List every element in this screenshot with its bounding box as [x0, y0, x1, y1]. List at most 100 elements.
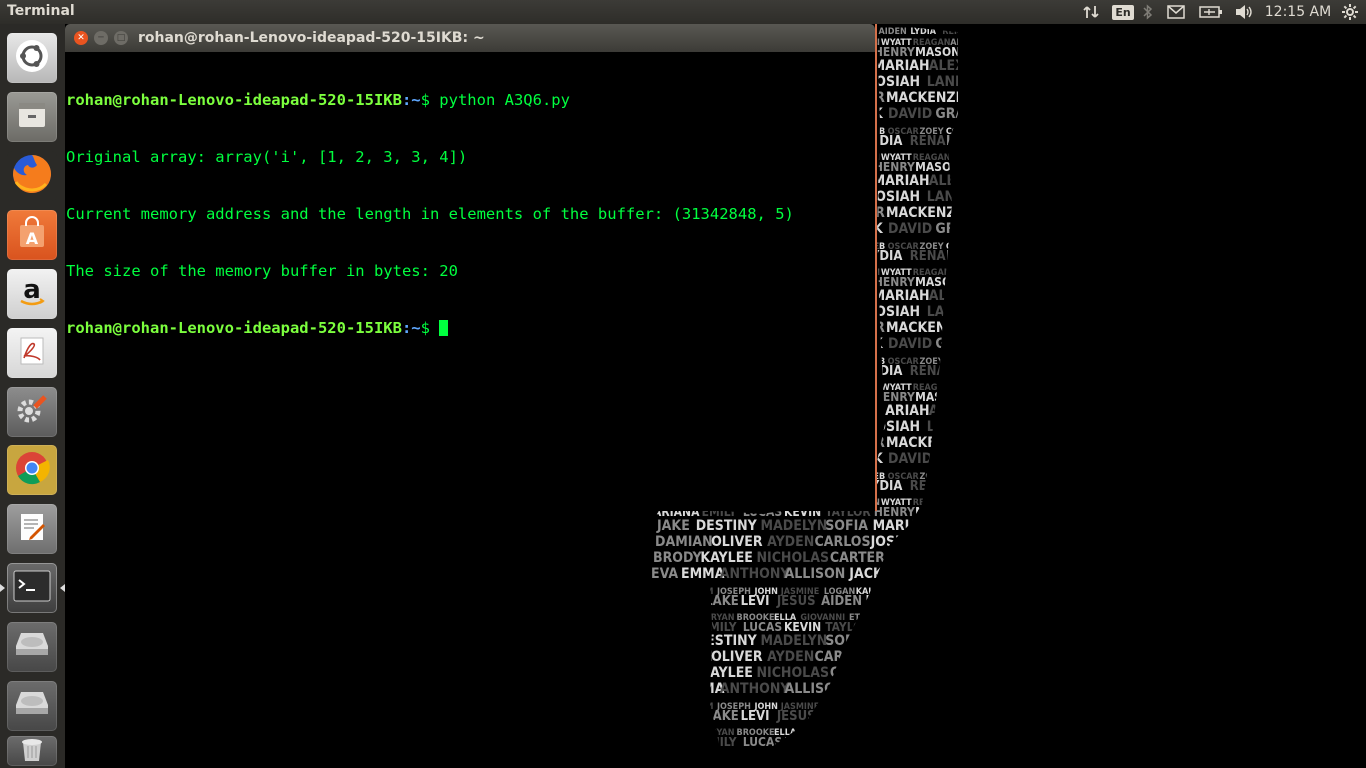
prompt-symbol: $	[420, 91, 440, 109]
document-viewer-button[interactable]	[7, 328, 57, 378]
gear-icon[interactable]	[1340, 0, 1360, 24]
firefox-icon	[10, 152, 54, 200]
wallpaper-word: REAGAN	[913, 613, 951, 623]
clock-label: 12:15 AM	[1264, 4, 1332, 20]
wallpaper-word: LEVI	[741, 594, 770, 609]
volume-icon[interactable]	[1232, 0, 1256, 24]
terminal-window[interactable]: ✕ ─ □ rohan@rohan-Lenovo-ideapad-520-15I…	[65, 24, 877, 511]
wallpaper-word: SAVANNAH	[656, 728, 706, 738]
wallpaper-word: MASON	[915, 505, 960, 519]
wallpaper-word: JOSIAH	[870, 534, 920, 550]
prompt-path: :~	[401, 91, 421, 109]
wallpaper-word: MASON	[915, 45, 960, 59]
wallpaper-word: MADELYN	[760, 633, 827, 649]
wallpaper-word: SAVANNAH	[656, 613, 706, 623]
software-center-button[interactable]: A	[7, 210, 57, 260]
wallpaper-word: KAYLEE	[700, 665, 753, 681]
wallpaper-word: RENA	[910, 479, 946, 494]
wallpaper-word: CARLOS	[815, 534, 871, 550]
wallpaper-word: OSCAR	[888, 702, 920, 712]
wallpaper-word: JAKE	[656, 633, 690, 649]
ubuntu-dash-icon	[14, 38, 50, 78]
active-app-title[interactable]: Terminal	[7, 3, 75, 19]
wallpaper-word: KHLOE	[956, 735, 970, 749]
wallpaper-word: KEVIN	[784, 735, 821, 749]
wallpaper-word: BLAKE	[696, 709, 738, 724]
terminal-line-output: Original array: array('i', [1, 2, 3, 3, …	[66, 148, 468, 166]
wallpaper-word: MASON	[915, 275, 960, 289]
wallpaper-word: DAVID	[888, 336, 932, 352]
wallpaper-word: JACK	[848, 566, 884, 582]
wallpaper-word: DAMIAN	[655, 534, 713, 550]
wallpaper-word: MARIAH	[873, 288, 930, 304]
maximize-button[interactable]: □	[114, 31, 128, 45]
clock[interactable]: 12:15 AM	[1264, 0, 1332, 24]
bluetooth-icon[interactable]	[1140, 0, 1156, 24]
window-titlebar[interactable]: ✕ ─ □ rohan@rohan-Lenovo-ideapad-520-15I…	[65, 24, 875, 52]
wallpaper-word: MASON	[915, 390, 960, 404]
wallpaper-word: SOFIA	[825, 633, 868, 649]
wallpaper-word: LEXIE	[946, 249, 970, 264]
wallpaper-word: MADELYN	[760, 518, 827, 534]
wallpaper-word: JAYDEN	[967, 550, 970, 566]
wallpaper-word: KHLOE	[956, 505, 970, 519]
terminal-button[interactable]	[7, 563, 57, 613]
terminal-output[interactable]: rohan@rohan-Lenovo-ideapad-520-15IKB:~$ …	[66, 53, 874, 509]
wallpaper-word: JACK	[848, 681, 884, 697]
focused-app-indicator-right	[60, 584, 65, 592]
minimize-button[interactable]: ─	[94, 31, 108, 45]
system-settings-button[interactable]	[7, 387, 57, 437]
wallpaper-word: LEXIE	[946, 134, 970, 149]
wallpaper-word: KHLOE	[956, 45, 970, 59]
drive-button-2[interactable]	[7, 681, 57, 731]
wallpaper-word: MACKENZIE	[886, 90, 969, 106]
wallpaper-word: MARIAH	[873, 748, 930, 764]
wallpaper-word: COLE	[946, 357, 970, 367]
wallpaper-word: HENRY	[874, 160, 915, 174]
active-app-indicator-left	[0, 584, 5, 592]
wallpaper-word: JESUS	[776, 594, 816, 609]
ubuntu-dash-button[interactable]	[7, 33, 57, 83]
wallpaper-word: ALEXA	[929, 173, 970, 189]
wallpaper-word: MACKENZIE	[886, 320, 969, 336]
wallpaper-word: AIDEN	[878, 27, 907, 37]
wallpaper-word: KAYLA	[642, 702, 672, 712]
battery-icon[interactable]	[1198, 0, 1224, 24]
files-icon	[14, 97, 50, 137]
keyboard-layout-label: En	[1112, 4, 1134, 20]
wallpaper-word: KAYLEE	[700, 550, 753, 566]
text-editor-button[interactable]	[7, 504, 57, 554]
wallpaper-word: MASON	[915, 735, 960, 749]
wallpaper-word: AYDEN	[767, 534, 814, 550]
mail-icon[interactable]	[1165, 0, 1187, 24]
maximize-icon: □	[116, 32, 126, 43]
wallpaper-word: DAMIAN	[655, 649, 713, 665]
wallpaper-word: JAYDEN	[967, 90, 970, 106]
keyboard-layout-indicator[interactable]: En	[1112, 0, 1134, 24]
trash-icon	[17, 736, 47, 766]
close-button[interactable]: ✕	[74, 31, 88, 45]
amazon-button[interactable]: a	[7, 269, 57, 319]
files-button[interactable]	[7, 92, 57, 142]
wallpaper-word: MARIAH	[873, 518, 930, 534]
chrome-button[interactable]	[7, 445, 57, 495]
drive-button-1[interactable]	[7, 622, 57, 672]
launcher: A a	[0, 24, 65, 768]
wallpaper-word: DAVID	[888, 221, 932, 237]
wallpaper-word: KHLOE	[956, 160, 970, 174]
top-panel: Terminal En 12:15 AM	[0, 0, 1366, 24]
wallpaper-word: HENRY	[874, 735, 915, 749]
firefox-button[interactable]	[7, 151, 57, 201]
wallpaper-word: WILLIAM	[674, 587, 714, 597]
minimize-icon: ─	[98, 32, 104, 43]
wallpaper-word: OLIVER	[711, 534, 763, 550]
wallpaper-word: JAKE	[656, 518, 690, 534]
terminal-line-prompt[interactable]: rohan@rohan-Lenovo-ideapad-520-15IKB:~$	[66, 319, 874, 338]
wallpaper-word: LANDON	[927, 304, 970, 320]
wallpaper-word: LUCAS	[743, 735, 782, 749]
network-updown-icon[interactable]	[1080, 0, 1102, 24]
wallpaper-word: MACKENZIE	[886, 550, 969, 566]
document-viewer-icon	[15, 334, 49, 372]
prompt-path: :~	[401, 319, 421, 337]
trash-button[interactable]	[7, 736, 57, 766]
